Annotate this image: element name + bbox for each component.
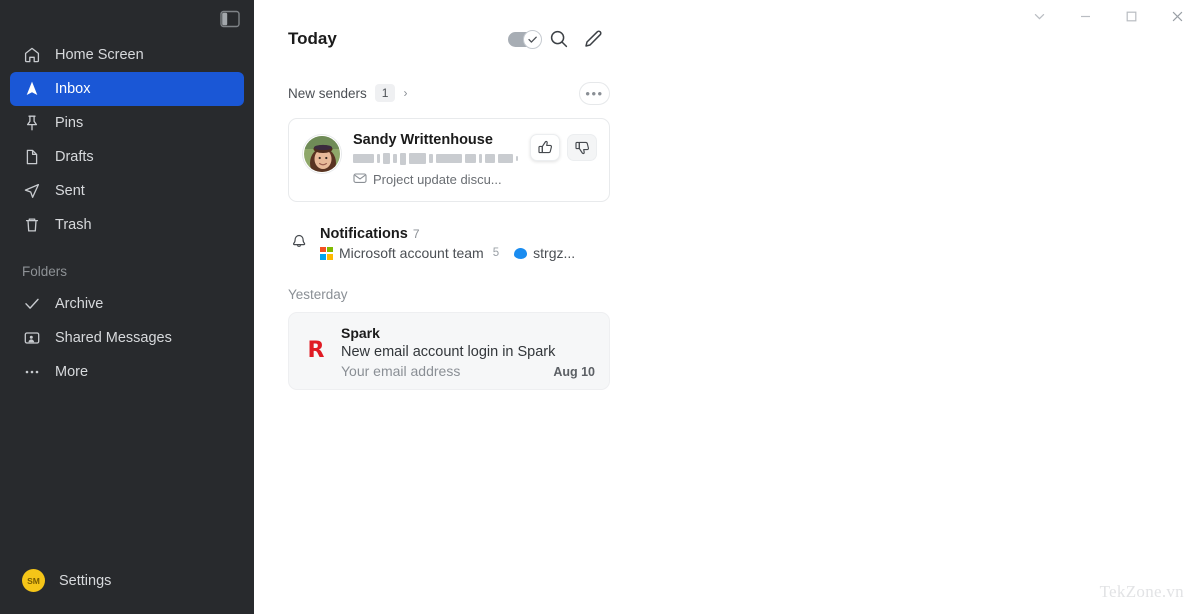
- sender-name: Spark: [341, 325, 380, 341]
- list-item-footer: Your email address Aug 10: [341, 363, 595, 379]
- notifications-body: Notifications 7 Microsoft account team 5…: [320, 226, 575, 261]
- sidebar-item-label: Archive: [55, 296, 104, 312]
- panel-toggle-icon[interactable]: [220, 10, 240, 28]
- sidebar-item-label: More: [55, 364, 89, 380]
- list-header: Today: [254, 0, 640, 78]
- notifications-title: Notifications: [320, 226, 408, 242]
- sidebar-item-trash[interactable]: Trash: [10, 208, 244, 242]
- document-icon: [22, 148, 41, 167]
- new-senders-row[interactable]: New senders 1 › •••: [254, 78, 640, 108]
- settings-label: Settings: [59, 572, 112, 589]
- sidebar-item-label: Drafts: [55, 149, 94, 165]
- notifications-count: 7: [412, 227, 420, 241]
- list-item-subject-row: Project update discu...: [353, 171, 518, 188]
- redacted-email: [353, 152, 519, 165]
- sidebar-item-home-screen[interactable]: Home Screen: [10, 38, 244, 72]
- microsoft-logo-icon: [320, 246, 333, 260]
- close-icon[interactable]: [1154, 0, 1200, 32]
- check-icon: [22, 295, 41, 314]
- sidebar-item-more[interactable]: More: [10, 355, 244, 389]
- ellipsis-icon: [22, 363, 41, 382]
- sidebar-item-label: Home Screen: [55, 47, 144, 63]
- chevron-right-icon[interactable]: ›: [403, 86, 407, 100]
- watermark: TekZone.vn: [1099, 582, 1184, 601]
- new-senders-label: New senders: [288, 85, 367, 101]
- notifications-row[interactable]: Notifications 7 Microsoft account team 5…: [254, 226, 640, 261]
- mail-app-window: Home Screen Inbox Pins Drafts Sent Trash…: [0, 0, 1200, 614]
- focused-toggle-switch[interactable]: [508, 29, 542, 49]
- new-senders-count: 1: [374, 84, 396, 102]
- day-divider-label: Yesterday: [288, 287, 348, 302]
- toggle-knob: [523, 29, 542, 49]
- window-controls: [1016, 0, 1200, 32]
- trash-icon: [22, 216, 41, 235]
- sidebar: Home Screen Inbox Pins Drafts Sent Trash…: [0, 0, 254, 614]
- shared-mail-icon: [22, 329, 41, 348]
- send-icon: [22, 182, 41, 201]
- sidebar-toggle-row: [0, 0, 254, 38]
- compose-icon[interactable]: [576, 24, 610, 54]
- focused-toggle[interactable]: [508, 24, 542, 54]
- message-detail-pane: Sandy Writtenhouse People ↕ Accept ▾: [640, 0, 1200, 614]
- message-list-pane: Today New senders 1 › ••• Sandy Writtenh…: [254, 0, 895, 614]
- sidebar-item-label: Shared Messages: [55, 330, 172, 346]
- sidebar-item-sent[interactable]: Sent: [10, 174, 244, 208]
- list-more-button[interactable]: •••: [579, 81, 610, 105]
- folders-section-label: Folders: [22, 264, 68, 279]
- bell-icon: [288, 230, 310, 257]
- minimize-icon[interactable]: [1062, 0, 1108, 32]
- sidebar-item-label: Pins: [55, 115, 84, 131]
- pin-icon: [22, 114, 41, 133]
- blue-blob-icon: [514, 247, 528, 259]
- thumbs-down-icon[interactable]: [567, 134, 597, 161]
- list-item[interactable]: R Spark New email account login in Spark…: [288, 312, 610, 390]
- sidebar-item-pins[interactable]: Pins: [10, 106, 244, 140]
- sidebar-item-label: Trash: [55, 217, 92, 233]
- notification-source-name: Microsoft account team: [339, 245, 484, 261]
- list-item-body: Sandy Writtenhouse Project update discu.…: [353, 132, 519, 188]
- list-item-date: Aug 10: [553, 365, 595, 379]
- avatar: SM: [22, 569, 45, 592]
- sidebar-item-settings[interactable]: SM Settings: [0, 569, 254, 592]
- list-item-subject: New email account login in Spark: [341, 344, 556, 360]
- sidebar-item-label: Sent: [55, 183, 85, 199]
- notification-source-count: 5: [492, 247, 500, 259]
- page-title: Today: [288, 29, 337, 48]
- envelope-icon: [353, 171, 367, 188]
- sidebar-item-drafts[interactable]: Drafts: [10, 140, 244, 174]
- spark-logo-icon: R: [307, 338, 325, 363]
- inbox-paperplane-icon: [22, 80, 41, 99]
- search-icon[interactable]: [542, 24, 576, 54]
- list-item[interactable]: Sandy Writtenhouse Project update discu.…: [288, 118, 610, 202]
- notifications-sources: Microsoft account team 5 strgz...: [320, 245, 575, 261]
- home-icon: [22, 46, 41, 65]
- sidebar-item-label: Inbox: [55, 81, 91, 97]
- sidebar-item-shared-messages[interactable]: Shared Messages: [10, 321, 244, 355]
- list-item-actions: [530, 134, 597, 188]
- list-item-body: Spark New email account login in Spark Y…: [341, 325, 595, 379]
- thumbs-up-icon[interactable]: [530, 134, 560, 161]
- maximize-icon[interactable]: [1108, 0, 1154, 32]
- avatar: [303, 135, 341, 173]
- list-item-subject: Project update discu...: [373, 172, 502, 187]
- notification-source-name: strgz...: [533, 245, 576, 261]
- chevron-down-icon[interactable]: [1016, 0, 1062, 32]
- sender-name: Sandy Writtenhouse: [353, 132, 493, 148]
- list-item-preview: Your email address: [341, 363, 461, 379]
- sidebar-item-inbox[interactable]: Inbox: [10, 72, 244, 106]
- sidebar-folders: Archive Shared Messages More: [0, 287, 254, 389]
- sidebar-item-archive[interactable]: Archive: [10, 287, 244, 321]
- sidebar-nav: Home Screen Inbox Pins Drafts Sent Trash: [0, 38, 254, 242]
